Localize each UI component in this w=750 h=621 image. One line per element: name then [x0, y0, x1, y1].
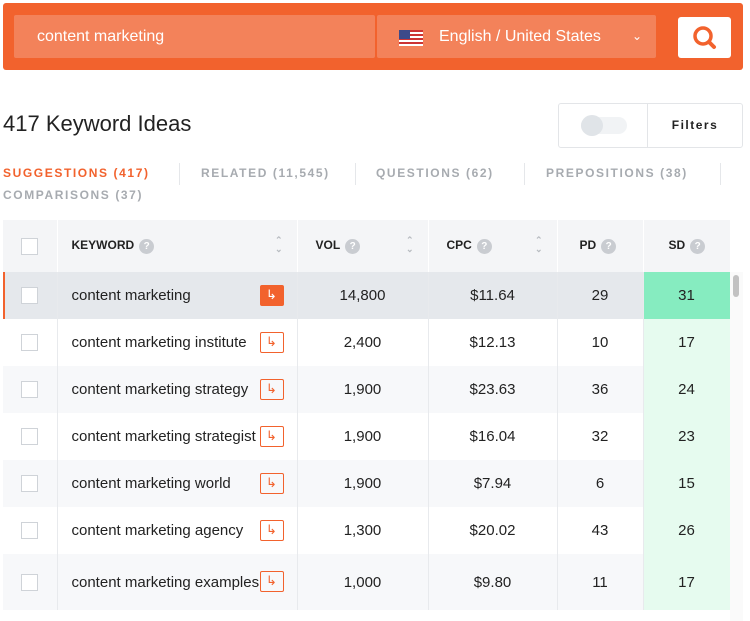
search-icon — [693, 26, 716, 49]
keyword-text[interactable]: content marketing institute — [72, 334, 262, 351]
language-label: English / United States — [439, 28, 601, 45]
scrollbar-thumb[interactable] — [733, 275, 739, 297]
vol-cell: 2,400 — [297, 319, 429, 366]
cpc-cell: $11.64 — [428, 272, 558, 319]
sd-cell: 24 — [643, 366, 731, 413]
search-keyword-arrow-icon[interactable]: ↳ — [259, 284, 284, 306]
sort-icon[interactable]: ⌃ ⌄ — [535, 236, 543, 254]
vol-cell: 1,900 — [297, 460, 429, 507]
search-keyword-arrow-icon[interactable]: ↳ — [259, 571, 284, 592]
help-icon[interactable]: ? — [690, 238, 706, 254]
vol-header[interactable]: VOL? ⌃ ⌄ — [297, 220, 429, 272]
vol-cell: 14,800 — [297, 272, 429, 319]
pd-cell: 10 — [557, 319, 644, 366]
table-row[interactable]: content marketing strategist ↳ 1,900 $16.… — [3, 413, 731, 460]
search-keyword-arrow-icon[interactable]: ↳ — [259, 331, 284, 353]
pd-cell: 6 — [557, 460, 644, 507]
row-checkbox[interactable] — [21, 287, 39, 305]
sd-cell: 26 — [643, 507, 731, 554]
keyword-search-input[interactable]: content marketing — [14, 15, 375, 58]
cpc-header[interactable]: CPC? ⌃ ⌄ — [428, 220, 558, 272]
table-row[interactable]: content marketing examples ↳ 1,000 $9.80 … — [3, 554, 731, 610]
sd-cell: 15 — [643, 460, 731, 507]
pd-cell: 36 — [557, 366, 644, 413]
pd-cell: 11 — [557, 554, 644, 610]
tab-related[interactable]: RELATED (11,545) — [201, 166, 330, 180]
us-flag-icon — [399, 30, 423, 46]
vol-cell: 1,900 — [297, 413, 429, 460]
vol-cell: 1,300 — [297, 507, 429, 554]
page-title: 417 Keyword Ideas — [3, 111, 192, 136]
vol-cell: 1,900 — [297, 366, 429, 413]
keyword-text[interactable]: content marketing agency — [72, 522, 262, 539]
table-row[interactable]: content marketing strategy ↳ 1,900 $23.63… — [3, 366, 731, 413]
search-keyword-arrow-icon[interactable]: ↳ — [259, 519, 284, 541]
pd-header[interactable]: PD? — [557, 220, 644, 272]
help-icon[interactable]: ? — [139, 238, 155, 254]
row-checkbox[interactable] — [21, 475, 39, 493]
cpc-cell: $9.80 — [428, 554, 558, 610]
sort-icon[interactable]: ⌃ ⌄ — [406, 236, 414, 254]
help-icon[interactable]: ? — [345, 238, 361, 254]
tab-suggestions[interactable]: SUGGESTIONS (417) — [3, 166, 150, 180]
search-button[interactable] — [678, 17, 731, 58]
row-checkbox[interactable] — [21, 573, 39, 591]
tab-prepositions[interactable]: PREPOSITIONS (38) — [546, 166, 688, 180]
filters-panel: Filters — [558, 103, 743, 148]
search-keyword-arrow-icon[interactable]: ↳ — [259, 425, 284, 447]
help-icon[interactable]: ? — [601, 238, 617, 254]
search-keyword-arrow-icon[interactable]: ↳ — [259, 472, 284, 494]
keyword-text[interactable]: content marketing strategy — [72, 381, 262, 398]
row-checkbox[interactable] — [21, 522, 39, 540]
table-row[interactable]: content marketing institute ↳ 2,400 $12.1… — [3, 319, 731, 366]
pd-cell: 32 — [557, 413, 644, 460]
keyword-text[interactable]: content marketing examples — [72, 574, 262, 591]
sd-cell: 17 — [643, 554, 731, 610]
table-row[interactable]: content marketing agency ↳ 1,300 $20.02 4… — [3, 507, 731, 554]
filters-button[interactable]: Filters — [647, 118, 743, 132]
row-checkbox[interactable] — [21, 381, 39, 399]
keyword-text[interactable]: content marketing strategist — [72, 428, 262, 445]
row-checkbox[interactable] — [21, 334, 39, 352]
search-keyword-arrow-icon[interactable]: ↳ — [259, 378, 284, 400]
chevron-down-icon: ⌄ — [631, 29, 642, 43]
table-row[interactable]: content marketing ↳ 14,800 $11.64 29 31 — [3, 272, 731, 319]
select-all-checkbox[interactable] — [21, 237, 39, 255]
keyword-header[interactable]: KEYWORD? ⌃ ⌄ — [57, 220, 298, 272]
row-checkbox[interactable] — [21, 428, 39, 446]
table-scrollbar[interactable] — [730, 272, 743, 621]
cpc-cell: $7.94 — [428, 460, 558, 507]
language-select[interactable]: English / United States ⌄ — [377, 15, 656, 58]
sort-icon[interactable]: ⌃ ⌄ — [275, 236, 283, 254]
cpc-cell: $23.63 — [428, 366, 558, 413]
vol-cell: 1,000 — [297, 554, 429, 610]
sd-cell: 17 — [643, 319, 731, 366]
pd-cell: 29 — [557, 272, 644, 319]
table-row[interactable]: content marketing world ↳ 1,900 $7.94 6 1… — [3, 460, 731, 507]
tab-questions[interactable]: QUESTIONS (62) — [376, 166, 494, 180]
keyword-table: KEYWORD? ⌃ ⌄ VOL? ⌃ ⌄ CPC? ⌃ ⌄ PD? SD? content… — [3, 220, 731, 610]
filter-toggle[interactable] — [581, 115, 627, 136]
keyword-text[interactable]: content marketing — [72, 287, 262, 304]
tab-comparisons[interactable]: COMPARISONS (37) — [3, 188, 143, 202]
cpc-cell: $16.04 — [428, 413, 558, 460]
cpc-cell: $12.13 — [428, 319, 558, 366]
pd-cell: 43 — [557, 507, 644, 554]
keyword-text[interactable]: content marketing world — [72, 475, 262, 492]
help-icon[interactable]: ? — [476, 238, 492, 254]
search-bar: content marketing English / United State… — [3, 3, 743, 70]
sd-cell: 23 — [643, 413, 731, 460]
sd-cell: 31 — [643, 272, 731, 319]
cpc-cell: $20.02 — [428, 507, 558, 554]
sd-header[interactable]: SD? — [643, 220, 731, 272]
